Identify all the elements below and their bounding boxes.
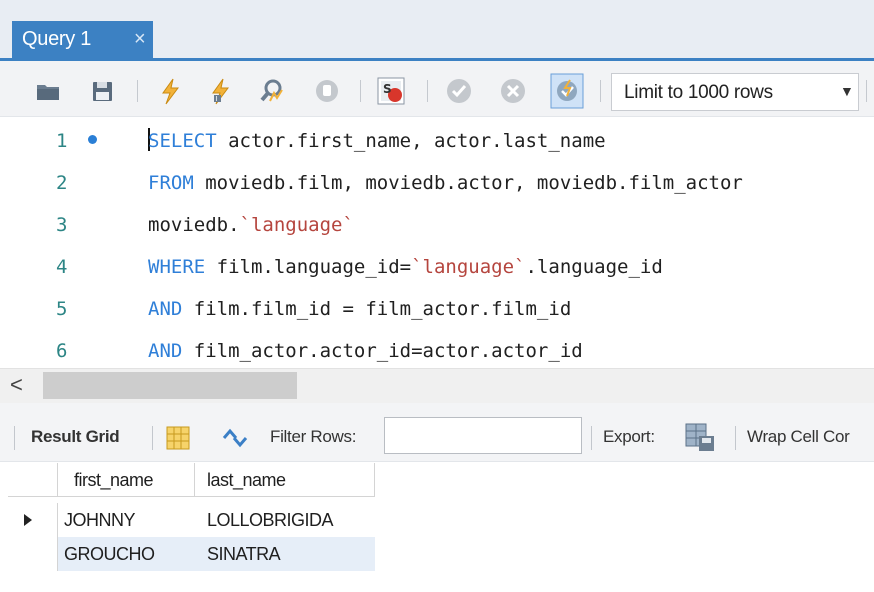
stop-icon[interactable]: [312, 76, 342, 106]
filter-rows-label: Filter Rows:: [270, 427, 357, 446]
wrap-cell-content-label[interactable]: Wrap Cell Cor: [747, 427, 850, 447]
explain-icon[interactable]: [258, 76, 288, 106]
sql-identifier-quoted: `language`: [411, 256, 526, 278]
code-line[interactable]: 5 AND film.film_id = film_actor.film_id: [0, 289, 874, 329]
code-line[interactable]: 4 WHERE film.language_id=`language`.langu…: [0, 247, 874, 287]
statement-marker-icon: [88, 135, 97, 144]
toolbar-separator: [600, 80, 601, 102]
sql-text: moviedb.film, moviedb.actor, moviedb.fil…: [193, 172, 743, 194]
line-number: 2: [56, 172, 68, 194]
code-text: AND film.film_id = film_actor.film_id: [148, 289, 571, 329]
code-line[interactable]: 6 AND film_actor.actor_id=actor.actor_id: [0, 331, 874, 369]
dropdown-arrow-icon: ▼: [840, 83, 854, 99]
export-label: Export:: [603, 427, 655, 446]
sql-text: actor.first_name, actor.last_name: [216, 130, 606, 152]
code-line[interactable]: 2 FROM moviedb.film, moviedb.actor, movie…: [0, 163, 874, 203]
code-line[interactable]: 1 SELECT actor.first_name, actor.last_nam…: [0, 121, 874, 161]
cell-last-name[interactable]: SINATRA: [195, 537, 375, 571]
result-toolbar: Result Grid Filter Rows: Export: Wrap Ce…: [0, 403, 874, 462]
row-header[interactable]: [8, 537, 58, 571]
row-header[interactable]: [8, 503, 58, 537]
sql-text: moviedb.: [148, 214, 240, 236]
sql-editor[interactable]: 1 SELECT actor.first_name, actor.last_nam…: [0, 117, 874, 369]
open-folder-icon[interactable]: [33, 76, 63, 106]
sql-keyword: SELECT: [148, 130, 217, 152]
editor-horizontal-scrollbar[interactable]: <: [0, 368, 874, 404]
column-header-last-name[interactable]: last_name: [195, 463, 375, 497]
sql-keyword: AND: [148, 298, 183, 320]
sql-text: film.language_id=: [205, 256, 412, 278]
code-text: moviedb.`language`: [148, 205, 354, 245]
cell-last-name[interactable]: LOLLOBRIGIDA: [195, 503, 375, 537]
toolbar-separator: [591, 426, 592, 450]
query-tab-strip: Query 1 ×: [0, 0, 874, 58]
save-icon[interactable]: [87, 76, 117, 106]
toolbar-separator: [866, 80, 867, 102]
tab-title: Query 1: [22, 28, 92, 50]
sql-text: .language_id: [525, 256, 663, 278]
line-number: 1: [56, 130, 68, 152]
toolbar-separator: [427, 80, 428, 102]
svg-text:S: S: [383, 82, 392, 96]
code-text: AND film_actor.actor_id=actor.actor_id: [148, 331, 583, 369]
result-grid-label[interactable]: Result Grid: [31, 427, 120, 447]
line-number: 6: [56, 340, 68, 362]
toolbar-separator: [360, 80, 361, 102]
scroll-left-icon[interactable]: <: [10, 372, 23, 398]
line-number: 3: [56, 214, 68, 236]
current-row-marker-icon: [24, 514, 32, 526]
cell-first-name[interactable]: JOHNNY: [58, 503, 195, 537]
export-icon[interactable]: [684, 421, 716, 453]
sql-keyword: AND: [148, 340, 183, 362]
code-text: SELECT actor.first_name, actor.last_name: [148, 121, 606, 161]
toggle-errors-icon[interactable]: S: [376, 76, 406, 106]
sql-keyword: WHERE: [148, 256, 206, 278]
toolbar-separator: [152, 426, 153, 450]
limit-rows-select[interactable]: Limit to 1000 rows ▼: [611, 73, 859, 111]
filter-rows-input[interactable]: [384, 417, 582, 454]
execute-icon[interactable]: [155, 76, 185, 106]
toolbar-separator: [735, 426, 736, 450]
autocommit-icon[interactable]: [550, 73, 584, 109]
editor-toolbar: I S Limit to 1000 rows ▼: [0, 61, 874, 117]
toolbar-separator: [137, 80, 138, 102]
sql-keyword: FROM: [148, 172, 194, 194]
execute-current-icon[interactable]: I: [205, 76, 235, 106]
code-text: FROM moviedb.film, moviedb.actor, movied…: [148, 163, 743, 203]
scrollbar-thumb[interactable]: [43, 372, 297, 399]
sql-text: film.film_id = film_actor.film_id: [182, 298, 572, 320]
commit-icon[interactable]: [444, 76, 474, 106]
column-header-first-name[interactable]: first_name: [58, 463, 195, 497]
cell-first-name[interactable]: GROUCHO: [58, 537, 195, 571]
line-number: 4: [56, 256, 68, 278]
refresh-icon[interactable]: [221, 427, 249, 449]
sql-identifier-quoted: `language`: [239, 214, 354, 236]
tab-query-1[interactable]: Query 1 ×: [12, 21, 153, 58]
sql-text: film_actor.actor_id=actor.actor_id: [182, 340, 583, 362]
toolbar-separator: [14, 426, 15, 450]
limit-rows-value: Limit to 1000 rows: [624, 82, 773, 103]
row-header-corner: [8, 463, 58, 497]
rollback-icon[interactable]: [498, 76, 528, 106]
svg-text:I: I: [216, 95, 218, 103]
grid-view-icon[interactable]: [165, 425, 191, 451]
code-text: WHERE film.language_id=`language`.langua…: [148, 247, 663, 287]
close-tab-icon[interactable]: ×: [134, 21, 146, 58]
code-line[interactable]: 3 moviedb.`language`: [0, 205, 874, 245]
line-number: 5: [56, 298, 68, 320]
